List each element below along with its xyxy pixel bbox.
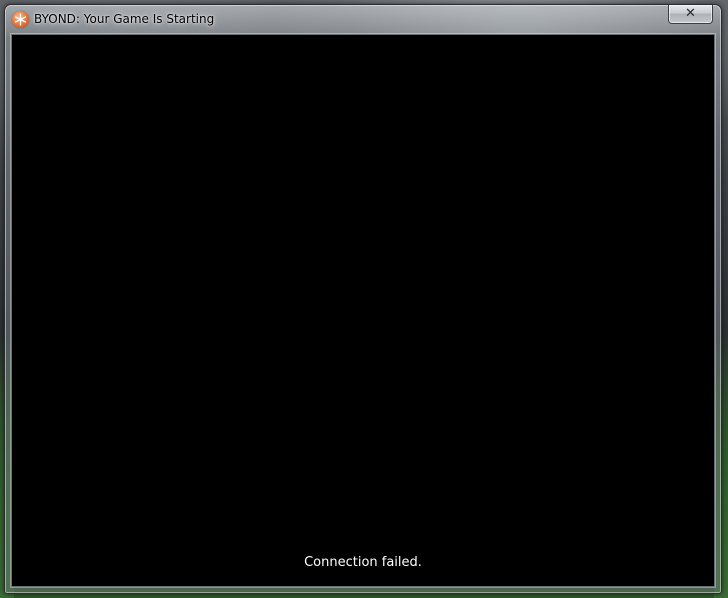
game-display-area[interactable]: Connection failed.	[11, 34, 715, 587]
close-icon: ✕	[685, 6, 696, 21]
close-button[interactable]: ✕	[668, 5, 713, 24]
byond-logo-icon[interactable]	[12, 11, 29, 28]
connection-status-text: Connection failed.	[304, 555, 422, 570]
title-bar[interactable]: BYOND: Your Game Is Starting ✕	[5, 5, 721, 33]
game-window: BYOND: Your Game Is Starting ✕ Connectio…	[4, 4, 722, 594]
window-title: BYOND: Your Game Is Starting	[34, 12, 215, 26]
